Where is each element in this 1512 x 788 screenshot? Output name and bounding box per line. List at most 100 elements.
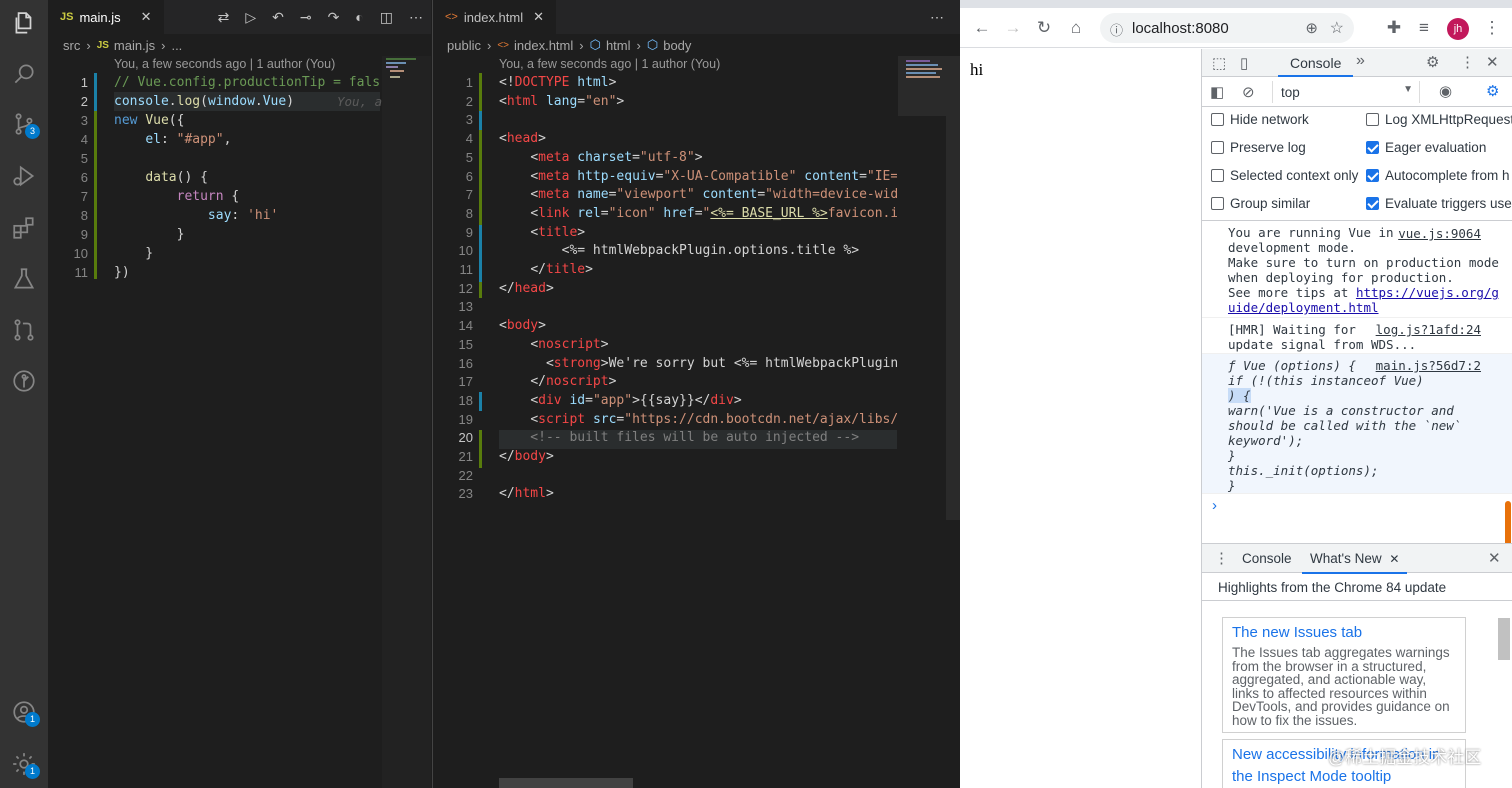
context-select[interactable]: top ▼	[1272, 81, 1420, 103]
close-drawer-icon[interactable]: ✕	[1488, 549, 1501, 567]
home-icon[interactable]: ⌂	[1066, 18, 1086, 38]
breadcrumb-symbol[interactable]: ...	[171, 38, 182, 53]
tab-console[interactable]: Console	[1278, 49, 1354, 77]
toggle-blame-icon[interactable]: ⊸	[300, 9, 312, 26]
vertical-scrollbar[interactable]	[946, 56, 960, 520]
chevron-right-icon: ›	[486, 37, 492, 53]
breadcrumb-folder[interactable]: src	[63, 38, 80, 53]
reload-icon[interactable]: ↻	[1034, 18, 1054, 38]
profile-avatar[interactable]: jh	[1447, 18, 1469, 40]
codelens-author[interactable]: You, a few seconds ago | 1 author (You)	[114, 57, 335, 71]
back-arrow-icon[interactable]: ←	[972, 18, 992, 38]
close-devtools-icon[interactable]: ✕	[1486, 53, 1499, 71]
line-number: 6	[80, 170, 88, 185]
info-icon[interactable]: ⓘ	[1110, 20, 1123, 39]
line-number: 4	[80, 132, 88, 147]
sidebar-toggle-icon[interactable]: ◧	[1210, 83, 1224, 101]
card-title[interactable]: the Inspect Mode tooltip	[1232, 768, 1456, 785]
drawer-menu-icon[interactable]: ⋮	[1214, 549, 1229, 567]
autocomplete-history-checkbox[interactable]: Autocomplete from h	[1366, 168, 1510, 183]
files-icon[interactable]	[0, 0, 48, 48]
extensions-icon[interactable]	[0, 204, 48, 252]
breadcrumb-file[interactable]: main.js	[114, 38, 155, 53]
activity-bar: 3 1 1	[0, 0, 48, 788]
previous-change-icon[interactable]: ↶	[272, 9, 284, 26]
selected-context-checkbox[interactable]: Selected context only	[1211, 168, 1358, 183]
pull-requests-icon[interactable]	[0, 306, 48, 354]
breadcrumb-folder[interactable]: public	[447, 38, 481, 53]
run-icon[interactable]: ▷	[245, 9, 256, 26]
gutter-modified	[479, 225, 482, 282]
console-scrollbar-thumb[interactable]	[1505, 501, 1511, 547]
close-tab-icon[interactable]: ✕	[1389, 552, 1399, 566]
context-value: top	[1281, 85, 1300, 100]
whats-new-card[interactable]: The new Issues tab The Issues tab aggreg…	[1222, 617, 1466, 733]
more-tabs-icon[interactable]: »	[1356, 52, 1365, 70]
drawer-tab-console[interactable]: Console	[1242, 551, 1292, 566]
more-actions-icon[interactable]: ⋯	[409, 9, 423, 26]
next-change-icon[interactable]: ↷	[328, 9, 340, 26]
breadcrumb-element[interactable]: html	[606, 38, 631, 53]
horizontal-scrollbar[interactable]	[499, 778, 633, 788]
card-title[interactable]: The new Issues tab	[1232, 624, 1456, 641]
bookmark-star-icon[interactable]: ☆	[1330, 18, 1344, 38]
search-icon[interactable]	[0, 50, 48, 98]
code-line: <script src="https://cdn.bootcdn.net/aja…	[530, 411, 897, 427]
minimap-right[interactable]	[898, 56, 946, 116]
docs-link[interactable]: uide/deployment.html	[1228, 300, 1512, 315]
evaluate-triggers-checkbox[interactable]: Evaluate triggers user	[1366, 196, 1512, 211]
chrome-menu-icon[interactable]: ⋮	[1482, 18, 1502, 38]
eager-evaluation-checkbox[interactable]: Eager evaluation	[1366, 140, 1486, 155]
message-source-link[interactable]: vue.js:9064	[1398, 226, 1481, 241]
git-history-icon[interactable]	[0, 357, 48, 405]
inspect-element-icon[interactable]: ⬚	[1212, 54, 1226, 72]
line-number: 8	[465, 205, 473, 221]
docs-link[interactable]: https://vuejs.org/g	[1356, 285, 1499, 300]
test-flask-icon[interactable]	[0, 255, 48, 303]
code-line: <meta http-equiv="X-UA-Compatible" conte…	[530, 168, 897, 184]
accounts-icon[interactable]: 1	[0, 688, 48, 736]
minimap-left[interactable]	[382, 56, 431, 788]
clear-console-icon[interactable]: ⊘	[1242, 83, 1255, 101]
tab-main-js[interactable]: JS main.js ✕	[48, 0, 164, 34]
media-queue-icon[interactable]: ≡	[1414, 18, 1434, 38]
live-expression-eye-icon[interactable]: ◉	[1439, 82, 1452, 100]
group-similar-checkbox[interactable]: Group similar	[1211, 196, 1310, 211]
console-settings-gear-icon[interactable]: ⚙	[1486, 82, 1499, 100]
drawer-scrollbar-thumb[interactable]	[1498, 618, 1510, 660]
zoom-icon[interactable]: ⊕	[1305, 19, 1318, 37]
address-bar[interactable]: ⓘ localhost:8080 ⊕ ☆	[1100, 13, 1354, 43]
checkbox-label: Autocomplete from h	[1385, 168, 1510, 183]
open-changes-icon[interactable]: ⇄	[218, 9, 230, 26]
close-tab-icon[interactable]: ✕	[533, 9, 544, 25]
close-tab-icon[interactable]: ✕	[141, 9, 152, 25]
codelens-author[interactable]: You, a few seconds ago | 1 author (You)	[499, 57, 720, 71]
drawer-tab-whats-new[interactable]: What's New ✕	[1302, 544, 1408, 574]
more-actions-icon[interactable]: ⋯	[930, 9, 944, 26]
timeline-icon[interactable]: ◐	[355, 9, 363, 25]
line-number: 2	[465, 93, 473, 109]
log-xhr-checkbox[interactable]: Log XMLHttpRequests	[1366, 112, 1512, 127]
message-source-link[interactable]: main.js?56d7:2	[1376, 358, 1481, 373]
preserve-log-checkbox[interactable]: Preserve log	[1211, 140, 1306, 155]
console-input[interactable]	[1202, 494, 1512, 541]
settings-gear-icon[interactable]: 1	[0, 740, 48, 788]
customize-menu-icon[interactable]: ⋮	[1460, 53, 1475, 71]
code-line: </body>	[499, 449, 554, 464]
run-debug-icon[interactable]	[0, 152, 48, 200]
forward-arrow-icon[interactable]: →	[1003, 18, 1023, 38]
source-control-icon[interactable]: 3	[0, 100, 48, 148]
url-text: localhost:8080	[1132, 20, 1229, 37]
settings-gear-icon[interactable]: ⚙	[1426, 53, 1439, 71]
checkbox-label: Evaluate triggers user	[1385, 196, 1512, 211]
message-source-link[interactable]: log.js?1afd:24	[1376, 322, 1481, 337]
breadcrumb-element[interactable]: body	[663, 38, 691, 53]
hide-network-checkbox[interactable]: Hide network	[1211, 112, 1309, 127]
device-toolbar-icon[interactable]: ▯	[1240, 54, 1248, 72]
console-toolbar: ◧ ⊘ top ▼ ◉ ⚙	[1202, 77, 1512, 107]
split-editor-icon[interactable]: ◫	[380, 9, 393, 26]
extensions-puzzle-icon[interactable]: ✚	[1384, 18, 1404, 38]
breadcrumb-file[interactable]: index.html	[514, 38, 573, 53]
code-line: <%= htmlWebpackPlugin.options.title %>	[561, 243, 860, 259]
tab-index-html[interactable]: <> index.html ✕	[433, 0, 557, 34]
